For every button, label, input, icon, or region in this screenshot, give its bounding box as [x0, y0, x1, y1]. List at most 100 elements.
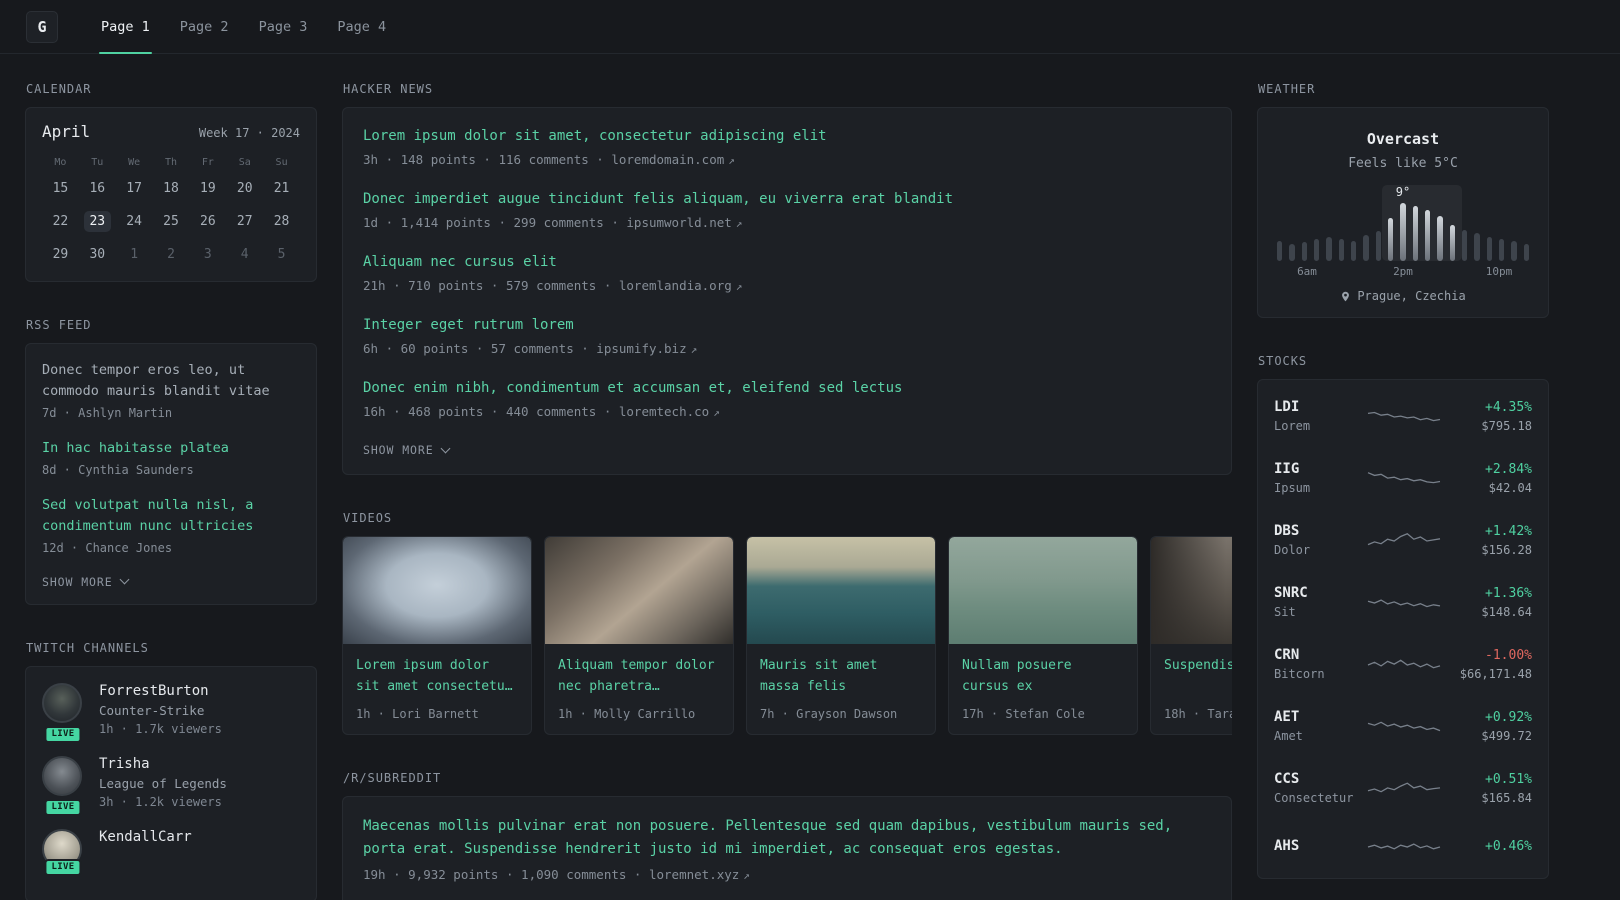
twitch-avatar-wrap: LIVE	[42, 828, 84, 876]
stock-symbol: IIG	[1274, 461, 1300, 477]
chevron-down-icon	[440, 443, 451, 453]
stock-sparkline	[1362, 833, 1446, 859]
tab-page-4[interactable]: Page 4	[322, 0, 401, 53]
video-thumbnail[interactable]	[545, 537, 733, 644]
external-link-icon	[739, 867, 750, 882]
weather-time-label: 10pm	[1485, 265, 1513, 278]
weather-hourly-chart: 9° 6am 2pm 10pm	[1274, 185, 1532, 279]
rss-item-title[interactable]: Donec tempor eros leo, ut commodo mauris…	[42, 360, 300, 402]
hackernews-item-meta: 1d · 1,414 points · 299 comments · ipsum…	[363, 215, 1211, 230]
hackernews-item-meta: 21h · 710 points · 579 comments · loreml…	[363, 278, 1211, 293]
hackernews-item-title[interactable]: Lorem ipsum dolor sit amet, consectetur …	[363, 126, 1211, 147]
video-thumbnail[interactable]	[1151, 537, 1232, 644]
item-meta-text: 7d · Ashlyn Martin	[42, 405, 173, 420]
video-card-row: Lorem ipsum dolor sit amet consectetu… 1h…	[342, 536, 1232, 735]
stock-name: Sit	[1274, 605, 1296, 619]
video-card-body: Suspendisse diam 18h · Tara	[1151, 644, 1232, 734]
video-title[interactable]: Suspendisse diam	[1164, 656, 1232, 698]
calendar-day-number: 2	[167, 247, 175, 262]
twitch-channel[interactable]: LIVE Trisha League of Legends 3h · 1.2k vie…	[42, 755, 300, 816]
stock-right-col: +1.42% $156.28	[1446, 524, 1532, 557]
source-link[interactable]: loremdomain.com	[611, 152, 724, 167]
stock-row: CRN Bitcorn -1.00% $66,171.48	[1274, 633, 1532, 695]
stock-row: SNRC Sit +1.36% $148.64	[1274, 571, 1532, 633]
show-more-label: SHOW MORE	[42, 574, 113, 589]
stock-change: +0.51%	[1485, 771, 1532, 787]
item-meta-text: 6h · 60 points · 57 comments ·	[363, 341, 597, 356]
weather-bars	[1277, 203, 1529, 261]
hackernews-show-more-button[interactable]: SHOW MORE	[363, 443, 451, 457]
hackernews-item-title[interactable]: Donec enim nibh, condimentum et accumsan…	[363, 378, 1211, 399]
weather-hour-bar	[1437, 215, 1443, 261]
source-link[interactable]: ipsumify.biz	[596, 341, 686, 356]
twitch-channel-info: KendallCarr	[99, 829, 192, 869]
stock-price: $66,171.48	[1459, 666, 1532, 681]
calendar-card: April Week 17 · 2024 Mo Tu We Th Fr Sa Su 15 16…	[25, 107, 317, 282]
weather-hour-bar	[1375, 230, 1381, 261]
twitch-channel[interactable]: LIVE ForrestBurton Counter-Strike 1h · 1.7k…	[42, 682, 300, 743]
hackernews-item-title[interactable]: Integer eget rutrum lorem	[363, 315, 1211, 336]
weather-location: Prague, Czechia	[1357, 289, 1466, 303]
stock-symbol-col: IIG Ipsum	[1274, 461, 1362, 495]
app-logo[interactable]: G	[26, 10, 58, 43]
video-title[interactable]: Nullam posuere cursus ex	[962, 656, 1124, 698]
video-card-body: Aliquam tempor dolor nec pharetra… 1h · M…	[545, 644, 733, 734]
twitch-channel-name: KendallCarr	[99, 828, 192, 845]
video-card[interactable]: Suspendisse diam 18h · Tara	[1150, 536, 1232, 735]
tab-page-2[interactable]: Page 2	[165, 0, 244, 53]
calendar-weekday-label: Mo	[54, 157, 67, 168]
calendar-day-number: 30	[89, 247, 106, 262]
video-title[interactable]: Aliquam tempor dolor nec pharetra…	[558, 656, 720, 698]
twitch-channel-meta: 3h · 1.2k viewers	[99, 794, 222, 809]
video-title[interactable]: Mauris sit amet massa felis	[760, 656, 922, 698]
weather-hour-bar	[1511, 241, 1517, 261]
calendar-day-number: 17	[126, 181, 142, 196]
rss-item-title[interactable]: Sed volutpat nulla nisl, a condimentum n…	[42, 495, 300, 537]
video-thumbnail[interactable]	[747, 537, 935, 644]
calendar-day: 15	[42, 172, 79, 205]
source-link[interactable]: ipsumworld.net	[626, 215, 731, 230]
stock-price: $499.72	[1481, 728, 1532, 743]
video-card[interactable]: Mauris sit amet massa felis 7h · Grayson …	[746, 536, 936, 735]
source-link[interactable]: loremnet.xyz	[649, 867, 739, 882]
sparkline-chart	[1367, 599, 1441, 608]
calendar-day: 20	[226, 172, 263, 205]
twitch-channel[interactable]: LIVE KendallCarr	[42, 828, 300, 876]
rss-show-more-button[interactable]: SHOW MORE	[42, 574, 130, 589]
item-meta-text: 12d · Chance Jones	[42, 540, 173, 555]
rss-item-list: Donec tempor eros leo, ut commodo mauris…	[42, 360, 300, 555]
hackernews-item-meta: 6h · 60 points · 57 comments · ipsumify.…	[363, 341, 1211, 356]
calendar-header: April Week 17 · 2024	[42, 122, 300, 141]
video-card[interactable]: Aliquam tempor dolor nec pharetra… 1h · M…	[544, 536, 734, 735]
stocks-section-title: STOCKS	[1258, 354, 1308, 368]
item-meta-text: 19h · 9,932 points · 1,090 comments ·	[363, 867, 649, 883]
subreddit-post-title[interactable]: Maecenas mollis pulvinar erat non posuer…	[363, 815, 1211, 861]
stock-change: +1.36%	[1485, 585, 1532, 601]
stock-change: +0.46%	[1485, 838, 1532, 854]
twitch-channel-name: ForrestBurton	[99, 682, 209, 699]
video-card[interactable]: Nullam posuere cursus ex 17h · Stefan Col…	[948, 536, 1138, 735]
stock-row: DBS Dolor +1.42% $156.28	[1274, 509, 1532, 571]
calendar-day-number: 5	[277, 247, 286, 262]
source-link[interactable]: loremtech.co	[619, 404, 709, 419]
hackernews-item: Aliquam nec cursus elit 21h · 710 points …	[363, 252, 1211, 293]
calendar-day-number: 29	[52, 247, 69, 262]
video-title[interactable]: Lorem ipsum dolor sit amet consectetu…	[356, 656, 518, 698]
video-thumbnail[interactable]	[949, 537, 1137, 644]
twitch-section-title: TWITCH CHANNELS	[26, 640, 149, 655]
stock-name: Ipsum	[1274, 481, 1311, 495]
weather-hour-bar	[1400, 203, 1406, 261]
source-link[interactable]: loremlandia.org	[619, 278, 732, 293]
stock-right-col: -1.00% $66,171.48	[1446, 648, 1532, 681]
rss-item-title[interactable]: In hac habitasse platea	[42, 438, 300, 459]
tab-page-1[interactable]: Page 1	[86, 0, 165, 54]
twitch-widget: TWITCH CHANNELS LIVE ForrestBurton Counter…	[25, 641, 317, 900]
video-meta: 7h · Grayson Dawson	[760, 707, 898, 721]
tab-page-3[interactable]: Page 3	[244, 0, 323, 53]
video-thumbnail[interactable]	[343, 537, 531, 644]
hackernews-item-title[interactable]: Aliquam nec cursus elit	[363, 252, 1211, 273]
rss-item: In hac habitasse platea 8d · Cynthia Saun…	[42, 438, 300, 477]
hackernews-item-title[interactable]: Donec imperdiet augue tincidunt felis al…	[363, 189, 1211, 210]
video-card[interactable]: Lorem ipsum dolor sit amet consectetu… 1h…	[342, 536, 532, 735]
item-meta-text: 21h · 710 points · 579 comments ·	[363, 278, 619, 293]
